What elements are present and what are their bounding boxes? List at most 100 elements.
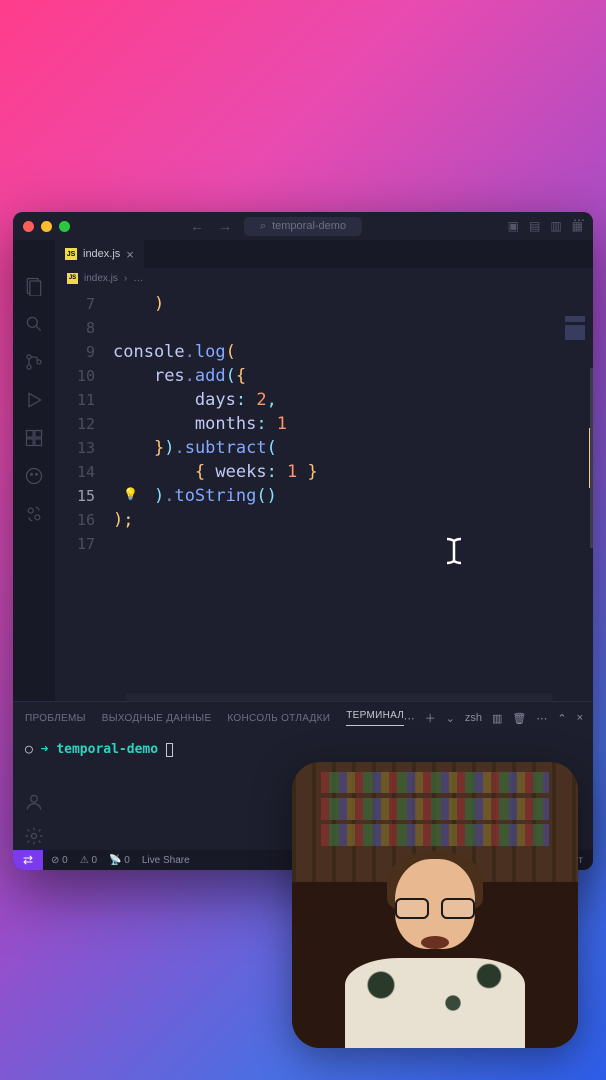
layout-controls: ▣ ▤ ▥ ▦: [508, 219, 583, 233]
status-errors[interactable]: ⊘ 0: [51, 855, 68, 866]
search-activity-icon[interactable]: [24, 314, 44, 334]
layout-primary-icon[interactable]: ▣: [508, 219, 519, 233]
panel-tabs: ПРОБЛЕМЫ ВЫХОДНЫЕ ДАННЫЕ КОНСОЛЬ ОТЛАДКИ ТЕ…: [13, 702, 593, 734]
more-icon[interactable]: ⋯: [404, 712, 415, 725]
code-line[interactable]: 12 months: 1: [55, 412, 593, 436]
nav-forward-icon[interactable]: →: [218, 218, 232, 234]
line-number: 10: [55, 364, 113, 388]
prompt-arrow: ➜: [41, 742, 49, 757]
line-number: 13: [55, 436, 113, 460]
panel-actions: ⋯ ＋ ⌄ zsh ▥ 🗑 ⋯ ⌃ ×: [404, 710, 583, 726]
run-debug-icon[interactable]: [24, 390, 44, 410]
titlebar: ← → ⌕ temporal-demo ▣ ▤ ▥ ▦: [13, 212, 593, 240]
status-live-share[interactable]: Live Share: [142, 855, 190, 866]
command-center[interactable]: ⌕ temporal-demo: [244, 217, 362, 236]
split-terminal-icon[interactable]: ▥: [492, 712, 502, 725]
window-close-button[interactable]: [23, 221, 34, 232]
breadcrumb-file: index.js: [84, 273, 118, 284]
nav-back-icon[interactable]: ←: [190, 218, 204, 234]
source-control-icon[interactable]: [24, 352, 44, 372]
code-line[interactable]: 17: [55, 532, 593, 556]
line-number: 17: [55, 532, 113, 556]
activity-bar-bottom: [13, 792, 55, 846]
code-line[interactable]: 9console.log(: [55, 340, 593, 364]
prompt-symbol: ○: [25, 742, 41, 757]
line-content: { weeks: 1 }: [113, 460, 318, 484]
code-line[interactable]: 8: [55, 316, 593, 340]
tab-close-icon[interactable]: ×: [126, 247, 134, 262]
panel-tab[interactable]: ВЫХОДНЫЕ ДАННЫЕ: [102, 713, 212, 724]
window-min-button[interactable]: [41, 221, 52, 232]
line-content: months: 1: [113, 412, 287, 436]
tab-label: index.js: [83, 248, 120, 260]
line-content: res.add({: [113, 364, 246, 388]
activity-bar: [13, 268, 55, 701]
search-icon: ⌕: [260, 220, 266, 233]
extensions-icon[interactable]: [24, 428, 44, 448]
more-icon[interactable]: ⋯: [573, 213, 585, 227]
code-line[interactable]: 13 }).subtract(: [55, 436, 593, 460]
status-warnings[interactable]: ⚠ 0: [80, 855, 97, 866]
horizontal-scrollbar[interactable]: [125, 693, 553, 701]
panel-tab[interactable]: КОНСОЛЬ ОТЛАДКИ: [227, 713, 330, 724]
accounts-icon[interactable]: [24, 792, 44, 812]
editor-tab[interactable]: JS index.js ×: [55, 240, 144, 268]
chevron-right-icon: ›: [124, 273, 127, 284]
activity-bar-spacer: [13, 240, 55, 268]
terminal-cursor: [166, 743, 173, 757]
js-file-icon: JS: [65, 248, 77, 260]
lightbulb-icon[interactable]: 💡: [123, 482, 138, 506]
body-row: JS index.js › … 💡 7 )89console.log(10 re…: [13, 268, 593, 701]
terminal-cwd: temporal-demo: [56, 742, 158, 757]
remote-indicator[interactable]: ⇄: [13, 850, 43, 870]
line-content: days: 2,: [113, 388, 277, 412]
minimap[interactable]: [565, 316, 585, 346]
nav-arrows: ← →: [190, 218, 232, 234]
layout-secondary-icon[interactable]: ▥: [550, 219, 561, 233]
line-number: 7: [55, 292, 113, 316]
more-icon[interactable]: ⋯: [536, 712, 547, 725]
code-line[interactable]: 16);: [55, 508, 593, 532]
chevron-down-icon[interactable]: ⌄: [446, 712, 455, 725]
code-line[interactable]: 7 ): [55, 292, 593, 316]
traffic-lights: [23, 221, 70, 232]
window-max-button[interactable]: [59, 221, 70, 232]
line-number: 16: [55, 508, 113, 532]
line-content: );: [113, 508, 133, 532]
breadcrumb[interactable]: JS index.js › …: [55, 268, 593, 288]
search-text: temporal-demo: [272, 220, 346, 232]
live-share-icon[interactable]: [24, 504, 44, 524]
breadcrumb-more: …: [133, 273, 143, 284]
panel-tab[interactable]: ПРОБЛЕМЫ: [25, 713, 86, 724]
explorer-icon[interactable]: [24, 276, 44, 296]
panel-tab[interactable]: ТЕРМИНАЛ: [346, 710, 404, 726]
webcam-overlay: [292, 762, 578, 1048]
code-line[interactable]: 10 res.add({: [55, 364, 593, 388]
js-file-icon: JS: [67, 273, 78, 284]
line-content: console.log(: [113, 340, 236, 364]
overview-ruler[interactable]: [590, 368, 593, 548]
layout-panel-icon[interactable]: ▤: [529, 219, 540, 233]
editor-area: JS index.js › … 💡 7 )89console.log(10 re…: [55, 268, 593, 701]
line-content: }).subtract(: [113, 436, 277, 460]
tabs-row: JS index.js × ⋯: [13, 240, 593, 268]
close-panel-icon[interactable]: ×: [577, 712, 583, 724]
line-number: 14: [55, 460, 113, 484]
line-number: 8: [55, 316, 113, 340]
ibeam-cursor-icon: [443, 536, 465, 570]
copilot-icon[interactable]: [24, 466, 44, 486]
terminal[interactable]: ○ ➜ temporal-demo: [13, 734, 593, 765]
line-number: 9: [55, 340, 113, 364]
status-ports[interactable]: 📡 0: [109, 855, 130, 866]
trash-icon[interactable]: 🗑: [512, 712, 526, 725]
line-content: ): [113, 292, 164, 316]
code-line[interactable]: 14 { weeks: 1 }: [55, 460, 593, 484]
line-number: 15: [55, 484, 113, 508]
line-number: 11: [55, 388, 113, 412]
new-terminal-icon[interactable]: ＋: [425, 710, 436, 726]
shell-label[interactable]: zsh: [465, 712, 482, 724]
settings-gear-icon[interactable]: [24, 826, 44, 846]
code-line[interactable]: 11 days: 2,: [55, 388, 593, 412]
maximize-panel-icon[interactable]: ⌃: [557, 712, 566, 725]
code-editor[interactable]: 💡 7 )89console.log(10 res.add({11 days: …: [55, 288, 593, 701]
